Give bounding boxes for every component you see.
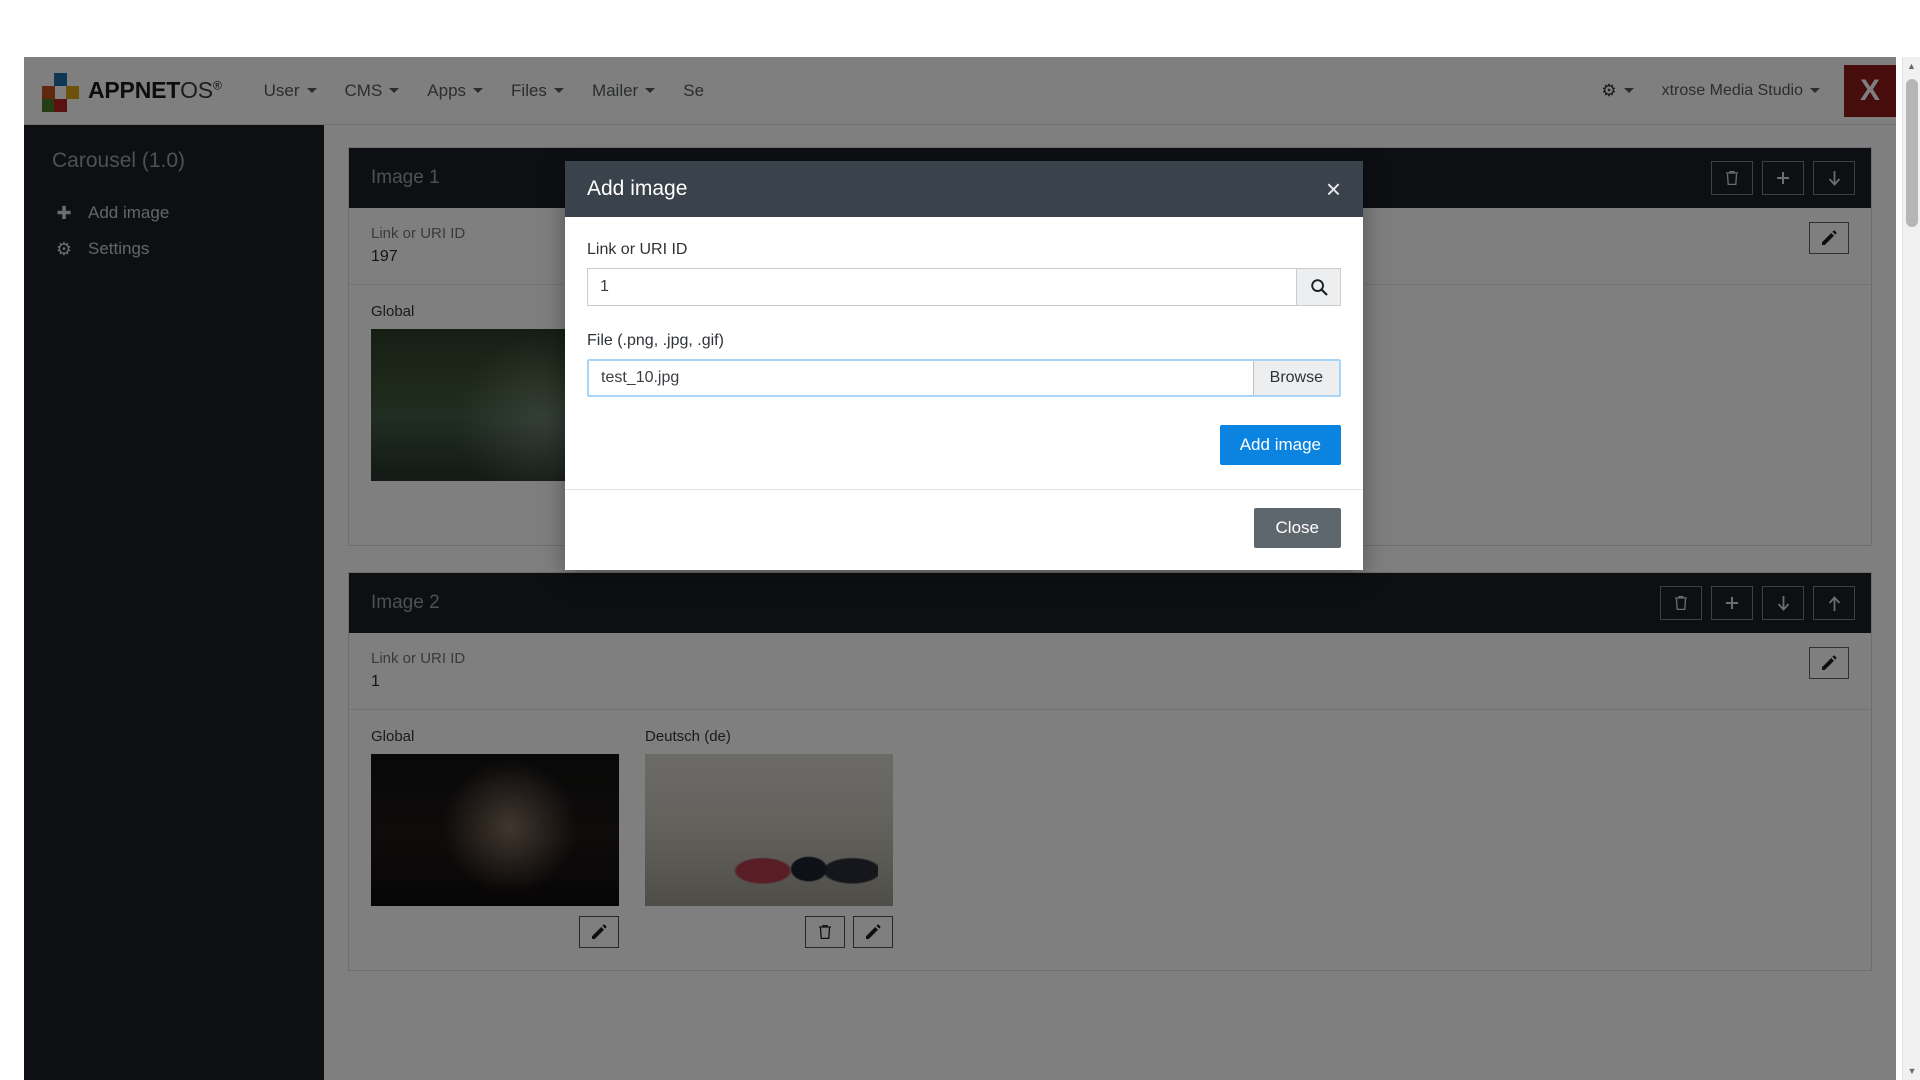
dialog-footer: Close xyxy=(565,489,1363,570)
link-input-group xyxy=(587,268,1341,306)
scroll-up-button[interactable]: ▲ xyxy=(1903,57,1920,75)
file-input-group: Browse xyxy=(587,359,1341,397)
search-icon xyxy=(1310,279,1327,296)
file-field-label: File (.png, .jpg, .gif) xyxy=(587,332,724,349)
file-name-input[interactable] xyxy=(589,361,1253,395)
browser-frame: APPNETOS® User CMS Apps Files Mailer Se … xyxy=(0,0,1920,1080)
dialog-title: Add image xyxy=(587,177,688,200)
dialog-header: Add image × xyxy=(565,161,1363,217)
link-field-label: Link or URI ID xyxy=(587,241,688,258)
application-window: APPNETOS® User CMS Apps Files Mailer Se … xyxy=(0,0,1920,1080)
close-button[interactable]: Close xyxy=(1253,508,1341,548)
link-input[interactable] xyxy=(587,268,1297,306)
scrollbar-thumb[interactable] xyxy=(1906,79,1918,227)
page-viewport: APPNETOS® User CMS Apps Files Mailer Se … xyxy=(24,57,1896,1080)
search-button[interactable] xyxy=(1297,268,1341,306)
page-scrollbar[interactable]: ▲ ▼ xyxy=(1902,57,1920,1080)
close-icon[interactable]: × xyxy=(1324,176,1343,202)
dialog-primary-actions: Add image xyxy=(587,425,1341,471)
scroll-down-button[interactable]: ▼ xyxy=(1903,1062,1920,1080)
add-image-submit-button[interactable]: Add image xyxy=(1219,425,1341,465)
dialog-body: Link or URI ID File (.png, .jpg, .gif) B… xyxy=(565,217,1363,489)
add-image-dialog: Add image × Link or URI ID File (.png, .… xyxy=(565,161,1363,570)
browse-button[interactable]: Browse xyxy=(1252,361,1339,395)
